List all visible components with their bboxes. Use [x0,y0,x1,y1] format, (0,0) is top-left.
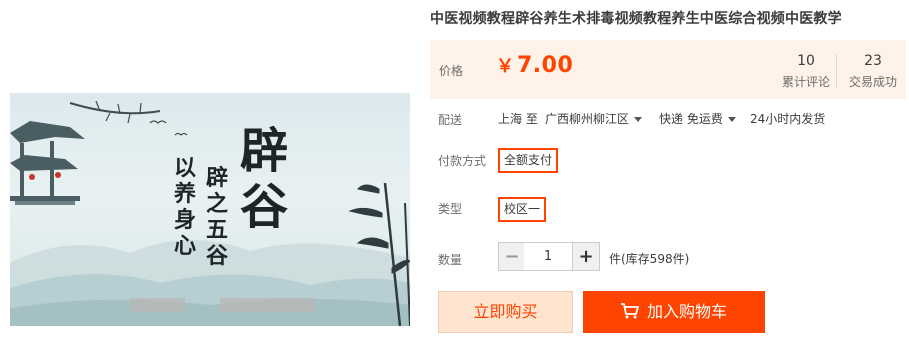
stat-divider [836,54,837,88]
price-amount: 7.00 [517,53,574,78]
add-to-cart-label: 加入购物车 [646,302,727,321]
type-option-campus-1[interactable]: 校区一 [498,197,547,222]
sales-label: 交易成功 [848,75,897,89]
chevron-down-icon [634,117,643,122]
decrease-button[interactable]: − [498,242,526,271]
payment-option-full[interactable]: 全额支付 [498,148,559,173]
reviews-label: 累计评论 [781,75,830,89]
increase-button[interactable]: + [572,242,600,271]
sales-stat: 23 交易成功 [844,52,902,90]
stock-info: 件(库存598件) [609,252,690,266]
cart-icon [620,303,639,319]
reviews-count: 10 [797,53,815,69]
dispatch-time: 24小时内发货 [750,112,826,126]
sales-count: 23 [864,53,882,69]
product-title: 中医视频教程辟谷养生术排毒视频教程养生中医综合视频中医教学 [430,11,842,27]
add-to-cart-button[interactable]: 加入购物车 [583,291,765,333]
ship-method: 快递 免运费 [659,112,723,126]
chevron-down-icon [727,117,736,122]
payment-label: 付款方式 [438,154,487,168]
reviews-stat[interactable]: 10 累计评论 [778,52,834,90]
quantity-input[interactable]: 1 [524,242,572,271]
price-label: 价格 [439,64,464,78]
image-verse-col-2: 辟之五谷 [206,165,229,269]
ship-destination: 广西柳州柳江区 [545,112,630,126]
currency-symbol: ￥ [496,56,514,77]
price-value: ￥ 7.00 [496,52,573,78]
buy-now-button[interactable]: 立即购买 [438,291,573,333]
price-panel: 价格 ￥ 7.00 10 累计评论 23 交易成功 [430,40,906,99]
type-label: 类型 [438,202,463,216]
ship-from: 上海 至 [498,112,538,126]
image-verse-col-1: 以养身心 [174,155,197,259]
quantity-label: 数量 [438,253,463,267]
shipping-label: 配送 [438,113,463,127]
ship-destination-select[interactable]: 广西柳州柳江区 [545,110,643,127]
product-image[interactable]: 辟谷 以养身心 辟之五谷 [10,93,410,326]
image-big-calligraphy: 辟谷 [240,123,289,235]
ship-method-select[interactable]: 快递 免运费 [659,110,736,127]
